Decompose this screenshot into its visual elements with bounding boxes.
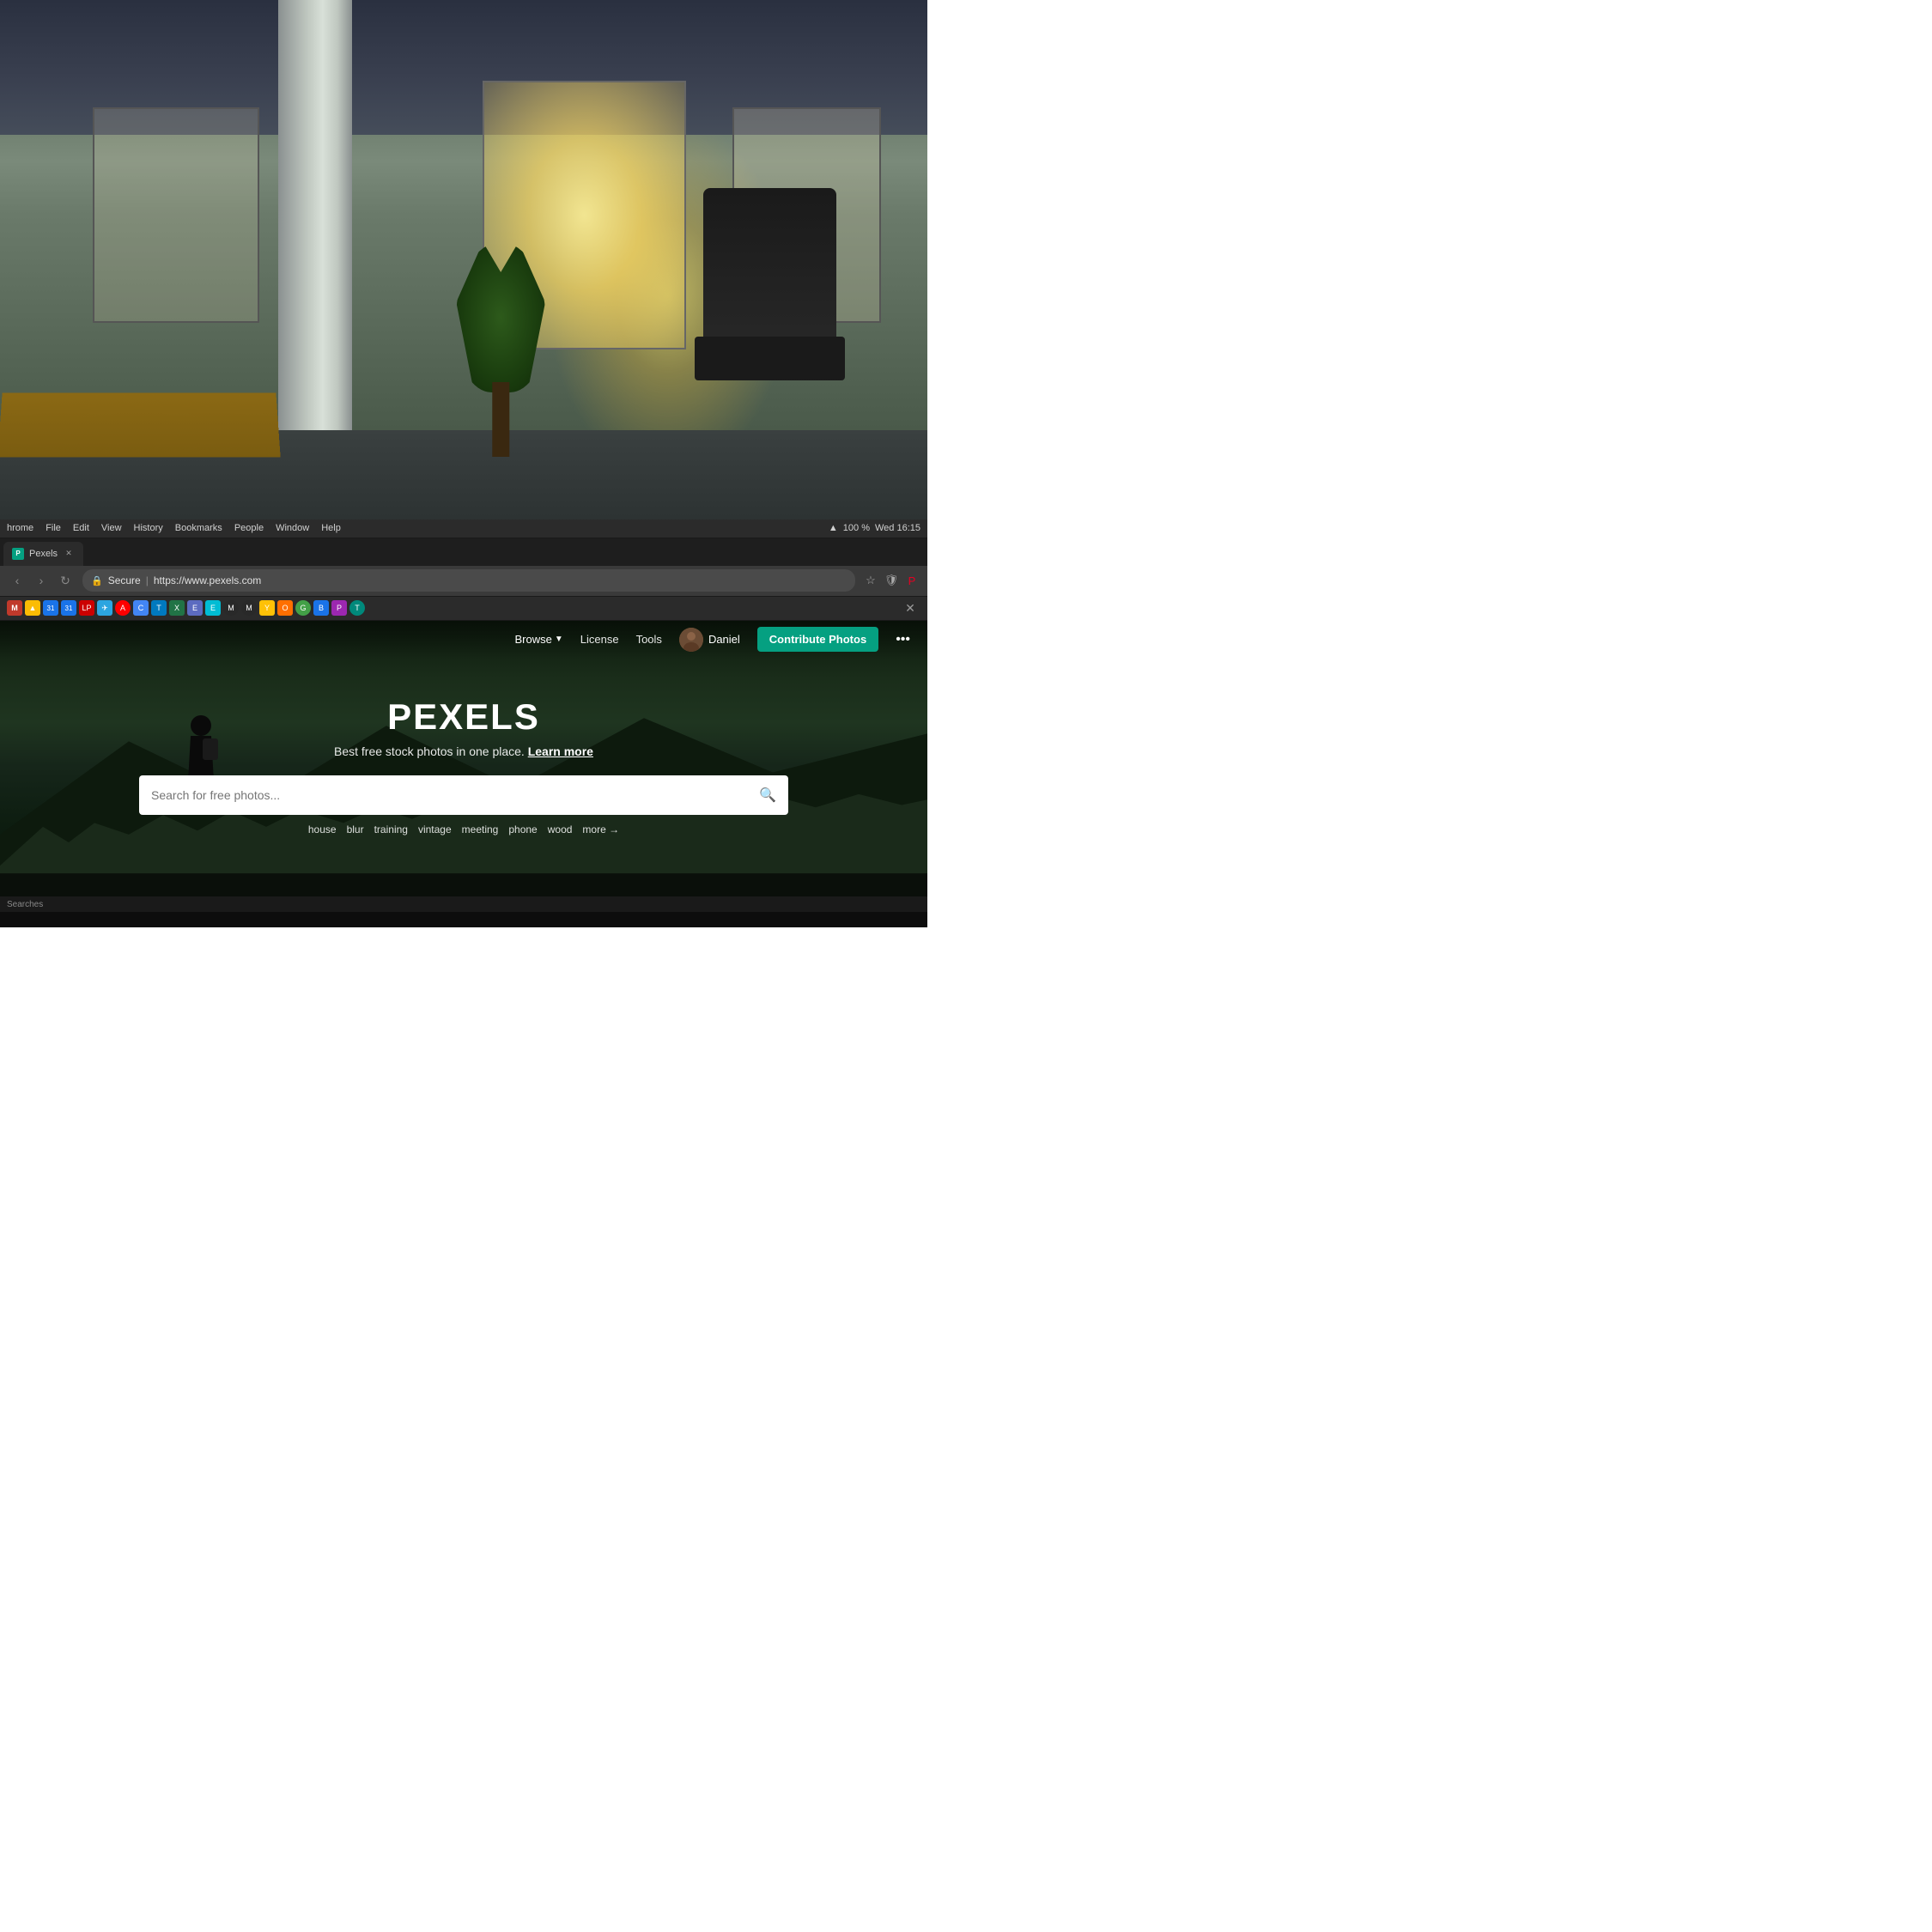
menu-chrome[interactable]: hrome <box>7 523 33 533</box>
suggestion-blur[interactable]: blur <box>347 823 364 835</box>
menu-bar-right: ▲ 100 % Wed 16:15 <box>829 523 920 533</box>
menu-file[interactable]: File <box>46 523 61 533</box>
status-text: Searches <box>7 900 43 909</box>
office-chair <box>686 188 853 484</box>
user-avatar <box>679 628 703 652</box>
learn-more-link[interactable]: Learn more <box>528 744 593 758</box>
trello-icon[interactable]: T <box>151 600 167 616</box>
pexels-hero: Browse ▼ License Tools Dani <box>0 621 927 912</box>
pexels-website: Browse ▼ License Tools Dani <box>0 621 927 912</box>
browser-tab-pexels[interactable]: P Pexels ✕ <box>3 542 83 566</box>
address-bar: ‹ › ↻ 🔒 Secure | https://www.pexels.com … <box>0 566 927 597</box>
tab-favicon: P <box>12 548 24 560</box>
bookmark-star-icon[interactable]: ☆ <box>862 572 879 589</box>
tab-bar: P Pexels ✕ <box>0 538 927 566</box>
telegram-icon[interactable]: ✈ <box>97 600 112 616</box>
nav-license[interactable]: License <box>580 633 619 646</box>
nav-buttons: ‹ › ↻ <box>7 570 76 591</box>
search-box[interactable]: 🔍 <box>139 775 788 815</box>
ext-blue2[interactable]: B <box>313 600 329 616</box>
forward-button[interactable]: › <box>31 570 52 591</box>
secure-icon: 🔒 <box>91 575 103 586</box>
office-table <box>0 393 281 458</box>
search-icon: 🔍 <box>759 787 776 804</box>
menu-history[interactable]: History <box>134 523 163 533</box>
pinterest-icon[interactable]: P <box>903 572 920 589</box>
wifi-icon: ▲ <box>829 523 838 533</box>
ext-orange[interactable]: O <box>277 600 293 616</box>
office-window-left <box>93 107 259 323</box>
search-suggestions: house blur training vintage meeting phon… <box>139 823 788 835</box>
contribute-photos-button[interactable]: Contribute Photos <box>757 627 878 652</box>
refresh-button[interactable]: ↻ <box>55 570 76 591</box>
menu-edit[interactable]: Edit <box>73 523 89 533</box>
suggestion-phone[interactable]: phone <box>508 823 537 835</box>
tab-close-x[interactable]: ✕ <box>900 598 920 618</box>
battery-percent: 100 % <box>843 523 870 533</box>
suggestion-vintage[interactable]: vintage <box>418 823 452 835</box>
chrome-ext1[interactable]: C <box>133 600 149 616</box>
taskbar-icons: M ▲ 31 31 LP ✈ A C T X E E M M Y O G <box>7 600 365 616</box>
nav-tools[interactable]: Tools <box>636 633 662 646</box>
plant-stem <box>492 382 508 458</box>
status-bar: Searches <box>0 896 927 912</box>
back-button[interactable]: ‹ <box>7 570 27 591</box>
menu-people[interactable]: People <box>234 523 264 533</box>
nav-user[interactable]: Daniel <box>679 628 740 652</box>
more-options-icon[interactable]: ••• <box>896 632 910 647</box>
medium-icon[interactable]: M <box>223 600 239 616</box>
url-text: https://www.pexels.com <box>154 574 261 586</box>
suggestion-house[interactable]: house <box>308 823 337 835</box>
clock: Wed 16:15 <box>875 523 920 533</box>
lastpass-icon[interactable]: LP <box>79 600 94 616</box>
excel-icon[interactable]: X <box>169 600 185 616</box>
plant-leaves <box>456 242 545 392</box>
toolbar-icons: ☆ 🛡 P <box>862 572 920 589</box>
url-bar[interactable]: 🔒 Secure | https://www.pexels.com <box>82 569 855 592</box>
adobe-icon[interactable]: A <box>115 600 131 616</box>
office-background <box>0 0 927 538</box>
ext-green[interactable]: G <box>295 600 311 616</box>
calendar-icon[interactable]: 31 <box>43 600 58 616</box>
ext-yellow[interactable]: Y <box>259 600 275 616</box>
shields-icon[interactable]: 🛡 <box>883 572 900 589</box>
ext-purple[interactable]: P <box>331 600 347 616</box>
ext-teal[interactable]: T <box>349 600 365 616</box>
medium2-icon[interactable]: M <box>241 600 257 616</box>
nav-browse[interactable]: Browse ▼ <box>515 633 563 646</box>
extensions-bar: M ▲ 31 31 LP ✈ A C T X E E M M Y O G <box>0 597 927 621</box>
browser-chrome: hrome File Edit View History Bookmarks P… <box>0 519 927 621</box>
monitor-bezel: hrome File Edit View History Bookmarks P… <box>0 519 927 927</box>
ext-icon2[interactable]: E <box>187 600 203 616</box>
hero-title: PEXELS <box>139 696 788 738</box>
menu-window[interactable]: Window <box>276 523 309 533</box>
suggestion-wood[interactable]: wood <box>548 823 573 835</box>
menu-bar: hrome File Edit View History Bookmarks P… <box>0 519 927 538</box>
url-protocol: Secure <box>108 574 141 586</box>
pexels-nav: Browse ▼ License Tools Dani <box>0 621 927 659</box>
search-input[interactable] <box>151 788 750 802</box>
menu-help[interactable]: Help <box>321 523 341 533</box>
gmail-icon[interactable]: M <box>7 600 22 616</box>
calendar2-icon[interactable]: 31 <box>61 600 76 616</box>
more-suggestions-link[interactable]: more → <box>582 823 619 835</box>
chair-seat <box>695 337 845 381</box>
hero-subtitle: Best free stock photos in one place. Lea… <box>139 744 788 758</box>
suggestion-meeting[interactable]: meeting <box>462 823 499 835</box>
ext-icon3[interactable]: E <box>205 600 221 616</box>
monitor-screen: hrome File Edit View History Bookmarks P… <box>0 519 927 912</box>
drive-icon[interactable]: ▲ <box>25 600 40 616</box>
office-plant <box>445 242 556 458</box>
suggestion-training[interactable]: training <box>374 823 408 835</box>
menu-bookmarks[interactable]: Bookmarks <box>175 523 222 533</box>
tab-close-button[interactable]: ✕ <box>63 548 75 560</box>
tab-title: Pexels <box>29 549 58 559</box>
url-separator: | <box>146 574 149 586</box>
hero-content: PEXELS Best free stock photos in one pla… <box>139 696 788 835</box>
menu-view[interactable]: View <box>101 523 122 533</box>
